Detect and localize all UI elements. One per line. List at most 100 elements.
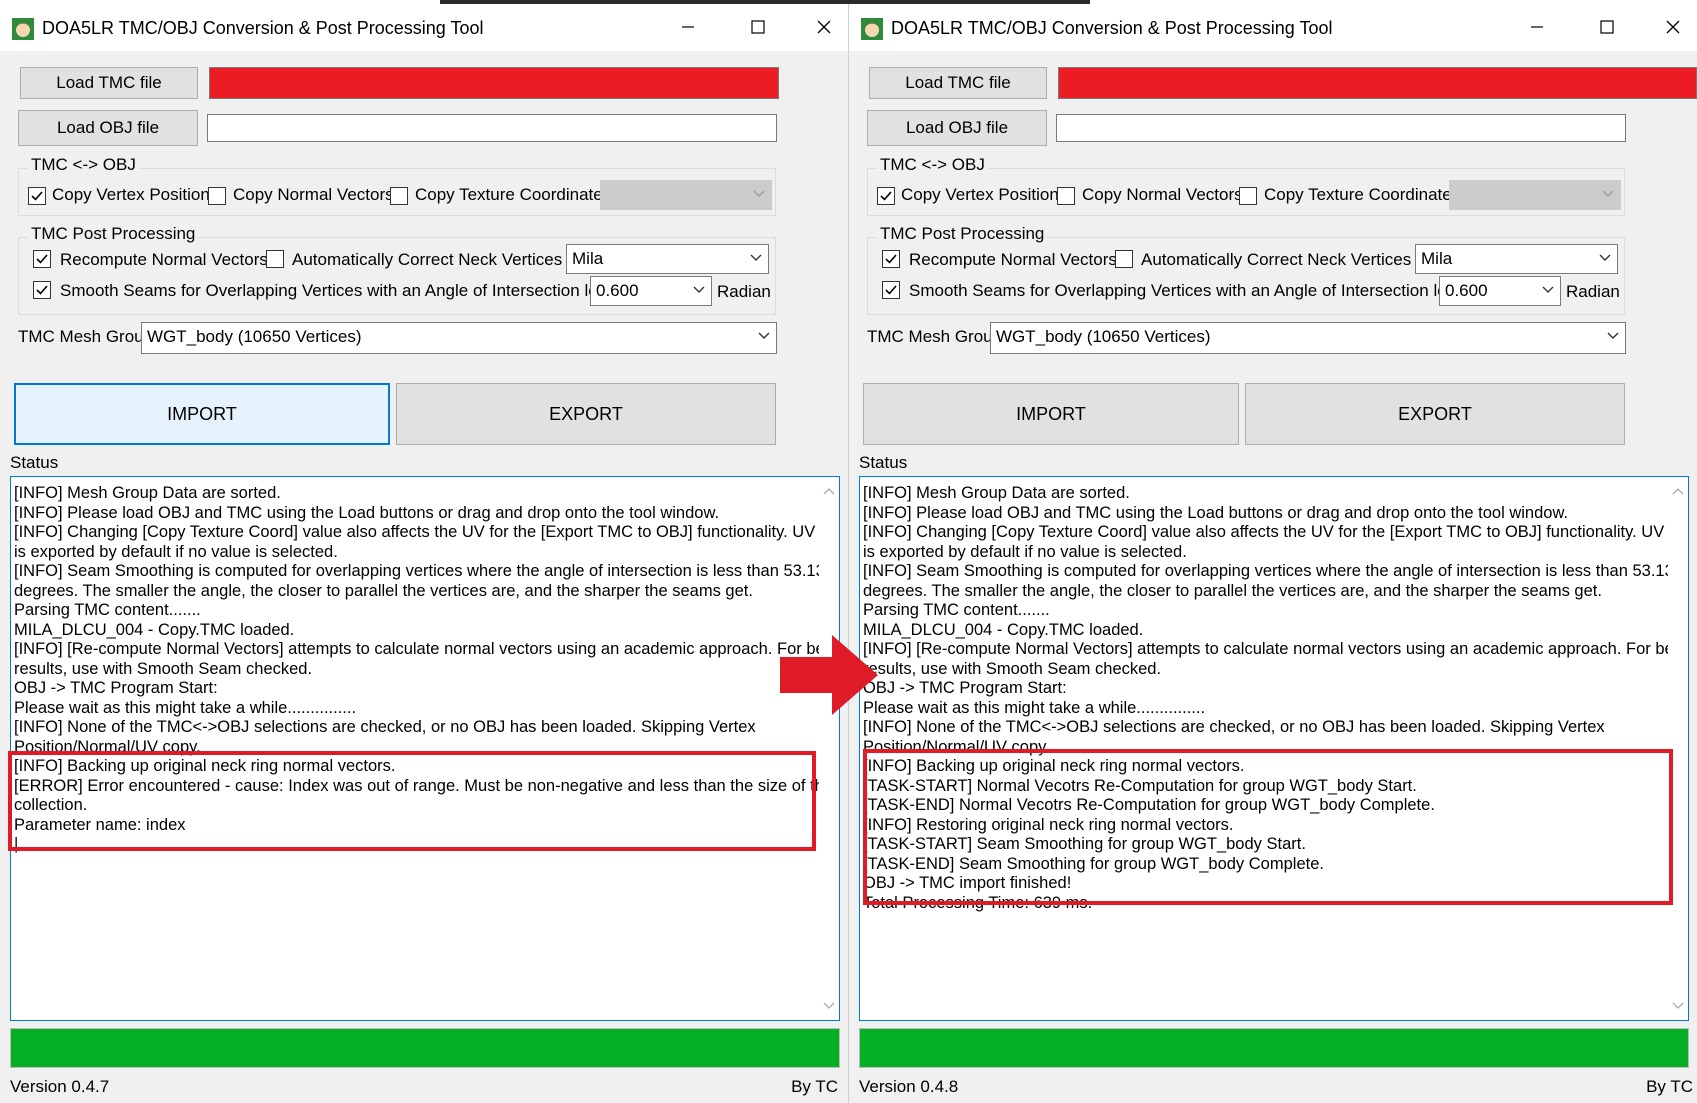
uv-select[interactable] [600,180,772,210]
title-bar: DOA5LR TMC/OBJ Conversion & Post Process… [849,4,1697,51]
copy-normal-checkbox[interactable] [208,187,226,205]
auto-neck-label: Automatically Correct Neck Vertices For [1141,250,1442,269]
maximize-icon[interactable] [738,12,778,42]
scroll-down-icon[interactable] [1672,1002,1684,1010]
copy-normal-label: Copy Normal Vectors [1082,185,1243,204]
copy-vertex-checkbox[interactable] [877,187,895,205]
close-icon[interactable] [1653,12,1693,42]
uv-select[interactable] [1449,180,1621,210]
angle-select[interactable]: 0.600 [1439,276,1561,306]
log-line: [INFO] [Re-compute Normal Vectors] attem… [863,640,1668,658]
copy-texture-label: Copy Texture Coordinates [1264,185,1461,204]
minimize-icon[interactable] [668,12,708,42]
log-line: [TASK-END] Normal Vecotrs Re-Computation… [863,796,1435,814]
log-line: collection. [14,796,88,814]
neck-character-select[interactable]: Mila [566,244,769,274]
neck-character-value: Mila [1421,249,1453,268]
log-line: degrees. The smaller the angle, the clos… [863,581,1602,600]
log-line: [INFO] Backing up original neck ring nor… [14,757,396,775]
copy-normal-checkbox[interactable] [1057,187,1075,205]
radian-label: Radian [1566,282,1620,301]
version-label: Version 0.4.8 [859,1077,959,1096]
tmc-obj-group-label: TMC <-> OBJ [28,155,139,175]
chevron-down-icon [758,332,770,339]
log-line: [INFO] Please load OBJ and TMC using the… [863,503,1569,522]
checkmark-icon [885,285,897,295]
copy-texture-checkbox[interactable] [390,187,408,205]
smooth-seams-checkbox[interactable] [882,281,900,299]
mesh-group-value: WGT_body (10650 Vertices) [147,327,362,346]
copy-normal-label: Copy Normal Vectors [233,185,394,204]
tmc-path-field[interactable] [209,67,779,99]
smooth-seams-label: Smooth Seams for Overlapping Vertices wi… [909,281,1502,300]
log-lines: [INFO] Mesh Group Data are sorted. [INFO]… [863,484,1668,913]
log-line: [INFO] Seam Smoothing is computed for ov… [863,562,1668,580]
obj-path-field[interactable] [1056,114,1626,142]
chevron-down-icon [1607,332,1619,339]
chevron-down-icon [1542,286,1554,293]
window-v047: DOA5LR TMC/OBJ Conversion & Post Process… [0,4,848,1103]
checkmark-icon [880,191,892,201]
mesh-group-label: TMC Mesh Group [867,327,1003,346]
minimize-icon[interactable] [1517,12,1557,42]
log-lines: [INFO] Mesh Group Data are sorted. [INFO]… [14,484,819,855]
load-tmc-button[interactable]: Load TMC file [869,67,1047,99]
auto-neck-checkbox[interactable] [266,250,284,268]
log-line: OBJ -> TMC Program Start: [14,679,218,697]
author-label: By TC [1646,1077,1693,1096]
log-line: [TASK-START] Seam Smoothing for group WG… [863,835,1306,853]
checkmark-icon [36,285,48,295]
import-button[interactable]: IMPORT [863,383,1239,445]
log-line: [INFO] [Re-compute Normal Vectors] attem… [14,640,819,658]
close-icon[interactable] [804,12,844,42]
window-v048: DOA5LR TMC/OBJ Conversion & Post Process… [848,4,1697,1103]
load-obj-button[interactable]: Load OBJ file [867,110,1047,146]
angle-select[interactable]: 0.600 [590,276,712,306]
log-line: [INFO] Seam Smoothing is computed for ov… [14,562,819,580]
recompute-normal-checkbox[interactable] [33,250,51,268]
import-button[interactable]: IMPORT [14,383,390,445]
mesh-group-select[interactable]: WGT_body (10650 Vertices) [141,322,777,354]
log-line: results, use with Smooth Seam checked. [14,659,313,678]
checkmark-icon [885,254,897,264]
mesh-group-select[interactable]: WGT_body (10650 Vertices) [990,322,1626,354]
log-line: Parsing TMC content....... [863,601,1050,619]
copy-texture-checkbox[interactable] [1239,187,1257,205]
log-line: [INFO] Changing [Copy Texture Coord] val… [14,523,819,541]
checkmark-icon [31,191,43,201]
load-obj-button[interactable]: Load OBJ file [18,110,198,146]
log-line: Please wait as this might take a while..… [14,698,357,717]
maximize-icon[interactable] [1587,12,1627,42]
progress-bar [10,1028,840,1068]
log-line: MILA_DLCU_004 - Copy.TMC loaded. [14,620,295,639]
log-line: Position/Normal/UV copy. [863,737,1050,756]
mesh-group-label: TMC Mesh Group [18,327,154,346]
export-button[interactable]: EXPORT [396,383,776,445]
copy-vertex-checkbox[interactable] [28,187,46,205]
scroll-down-icon[interactable] [823,1002,835,1010]
status-log[interactable]: [INFO] Mesh Group Data are sorted. [INFO]… [859,476,1689,1021]
log-line: [TASK-START] Normal Vecotrs Re-Computati… [863,776,1417,795]
window-title: DOA5LR TMC/OBJ Conversion & Post Process… [891,18,1333,38]
neck-character-select[interactable]: Mila [1415,244,1618,274]
checkmark-icon [36,254,48,264]
scroll-up-icon[interactable] [1672,487,1684,495]
log-line: [INFO] Changing [Copy Texture Coord] val… [863,523,1668,541]
title-bar: DOA5LR TMC/OBJ Conversion & Post Process… [0,4,848,51]
obj-path-field[interactable] [207,114,777,142]
recompute-normal-checkbox[interactable] [882,250,900,268]
smooth-seams-checkbox[interactable] [33,281,51,299]
export-button[interactable]: EXPORT [1245,383,1625,445]
status-label: Status [10,453,59,472]
version-label: Version 0.4.7 [10,1077,110,1096]
auto-neck-checkbox[interactable] [1115,250,1133,268]
log-line: degrees. The smaller the angle, the clos… [14,581,753,600]
log-line: [TASK-END] Seam Smoothing for group WGT_… [863,854,1324,873]
tmc-path-field[interactable] [1058,67,1697,99]
status-log[interactable]: [INFO] Mesh Group Data are sorted. [INFO]… [10,476,840,1021]
load-tmc-button[interactable]: Load TMC file [20,67,198,99]
angle-value: 0.600 [1445,281,1488,300]
app-icon [861,18,883,40]
scroll-up-icon[interactable] [823,487,835,495]
log-line: [INFO] None of the TMC<->OBJ selections … [14,718,756,736]
